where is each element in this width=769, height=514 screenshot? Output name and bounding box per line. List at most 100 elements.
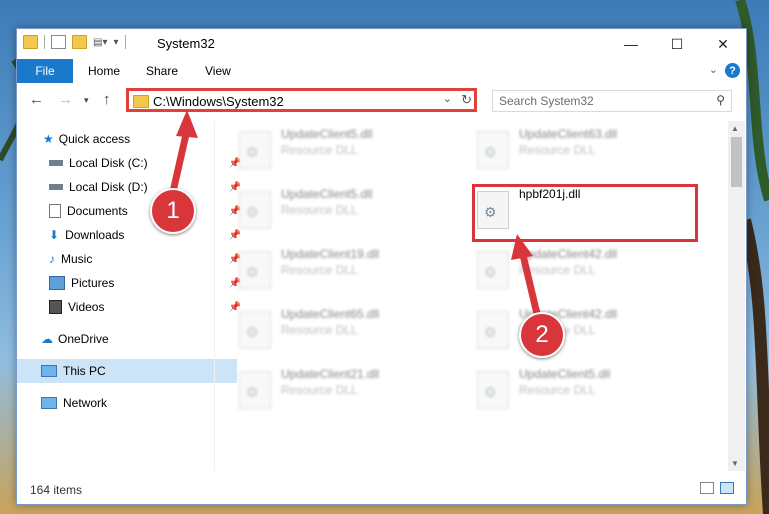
maximize-icon: ☐ <box>670 35 684 52</box>
details-view-icon[interactable] <box>700 482 714 494</box>
nav-label: Pictures <box>71 276 115 290</box>
properties-icon[interactable] <box>51 35 66 49</box>
back-arrow-icon[interactable]: ← <box>29 91 44 108</box>
nav-item-documents[interactable]: Documents 📌 <box>17 199 245 223</box>
close-icon: ✕ <box>717 35 729 52</box>
file-name: UpdateClient5.dll <box>519 367 611 381</box>
file-item[interactable]: ⚙ UpdateClient5.dll Resource DLL <box>231 125 461 175</box>
file-item[interactable]: ⚙ UpdateClient42.dll Resource DLL <box>469 245 699 295</box>
file-description: Resource DLL <box>281 203 358 217</box>
close-button[interactable]: ✕ <box>700 29 746 59</box>
address-row: ← → ▾ ↑ C:\Windows\System32 ⌄ ↻ Search S… <box>17 83 746 117</box>
file-item[interactable]: ⚙ UpdateClient21.dll Resource DLL <box>231 365 461 415</box>
refresh-icon[interactable]: ↻ <box>461 92 472 108</box>
status-bar: 164 items <box>17 477 746 503</box>
new-folder-icon[interactable] <box>72 35 87 49</box>
tab-file[interactable]: File <box>17 59 73 83</box>
chevron-down-icon[interactable]: ⌄ <box>443 92 452 105</box>
file-item[interactable]: ⚙ UpdateClient63.dll Resource DLL <box>469 125 699 175</box>
nav-item-videos[interactable]: Videos 📌 <box>17 295 245 319</box>
file-item[interactable]: ⚙ UpdateClient42.dll Resource DLL <box>469 305 699 355</box>
star-icon: ★ <box>43 132 54 146</box>
ribbon-tabs: File Home Share View ⌄ ? <box>17 59 746 83</box>
expand-ribbon-icon[interactable]: ⌄ <box>709 63 718 76</box>
nav-label: Videos <box>68 300 105 314</box>
nav-item-downloads[interactable]: ⬇ Downloads 📌 <box>17 223 245 247</box>
up-arrow-icon[interactable]: ↑ <box>103 91 111 108</box>
nav-item-onedrive[interactable]: ☁ OneDrive <box>17 327 237 351</box>
minimize-icon: — <box>624 36 638 52</box>
nav-label: Music <box>61 252 93 266</box>
tab-home[interactable]: Home <box>88 64 120 78</box>
file-name: UpdateClient65.dll <box>281 307 380 321</box>
file-item[interactable]: ⚙ UpdateClient19.dll Resource DLL <box>231 245 461 295</box>
file-item[interactable]: ⚙ UpdateClient5.dll Resource DLL <box>469 365 699 415</box>
nav-quick-access[interactable]: ★ Quick access <box>17 127 239 151</box>
search-input[interactable]: Search System32 ⚲ <box>492 90 732 112</box>
dll-file-icon: ⚙ <box>477 311 509 349</box>
music-icon: ♪ <box>49 252 55 266</box>
file-item[interactable]: ⚙ UpdateClient65.dll Resource DLL <box>231 305 461 355</box>
videos-icon <box>49 300 62 314</box>
scrollbar-thumb[interactable] <box>731 137 742 187</box>
search-icon: ⚲ <box>716 93 725 107</box>
file-name: UpdateClient63.dll <box>519 127 618 141</box>
nav-label: Local Disk (C:) <box>69 156 148 170</box>
nav-item-music[interactable]: ♪ Music 📌 <box>17 247 245 271</box>
nav-item-network[interactable]: Network <box>17 391 237 415</box>
customize-toolbar-icon[interactable]: ▤▾ <box>93 37 107 48</box>
scroll-down-icon[interactable]: ▼ <box>731 459 739 468</box>
tab-share[interactable]: Share <box>146 64 178 78</box>
large-icons-view-icon[interactable] <box>720 482 734 494</box>
pictures-icon <box>49 276 65 290</box>
dll-file-icon: ⚙ <box>239 191 271 229</box>
folder-icon <box>133 95 149 108</box>
forward-arrow-icon[interactable]: → <box>58 91 73 108</box>
file-description: Resource DLL <box>519 143 596 157</box>
file-name: UpdateClient19.dll <box>281 247 380 261</box>
nav-label: OneDrive <box>58 332 109 346</box>
nav-item-pictures[interactable]: Pictures 📌 <box>17 271 245 295</box>
nav-item-local-disk-d[interactable]: Local Disk (D:) 📌 <box>17 175 245 199</box>
drive-icon <box>49 184 63 190</box>
downloads-icon: ⬇ <box>49 228 60 242</box>
address-bar[interactable]: C:\Windows\System32 ⌄ ↻ <box>126 88 477 112</box>
file-description: Resource DLL <box>281 263 358 277</box>
dll-file-icon: ⚙ <box>239 131 271 169</box>
file-description: Resource DLL <box>519 383 596 397</box>
toolbar-separator <box>44 35 45 49</box>
toolbar-dropdown-icon[interactable]: ▾ <box>113 37 118 48</box>
recent-locations-icon[interactable]: ▾ <box>84 95 89 106</box>
file-description: Resource DLL <box>519 263 596 277</box>
step2-badge: 2 <box>519 312 565 358</box>
file-description: Resource DLL <box>281 143 358 157</box>
dll-file-icon: ⚙ <box>239 251 271 289</box>
file-item[interactable]: ⚙ UpdateClient5.dll Resource DLL <box>231 185 461 235</box>
nav-label: Documents <box>67 204 128 218</box>
scroll-up-icon[interactable]: ▲ <box>731 124 739 133</box>
drive-icon <box>49 160 63 166</box>
vertical-scrollbar[interactable]: ▲ ▼ <box>728 121 745 471</box>
file-name: UpdateClient5.dll <box>281 187 373 201</box>
address-path: C:\Windows\System32 <box>153 94 284 109</box>
help-button[interactable]: ? <box>725 63 740 78</box>
tab-view[interactable]: View <box>205 64 231 78</box>
nav-label: Local Disk (D:) <box>69 180 148 194</box>
step1-badge: 1 <box>150 188 196 234</box>
file-highlight-box <box>472 184 698 242</box>
search-placeholder: Search System32 <box>499 94 594 108</box>
file-description: Resource DLL <box>281 383 358 397</box>
dll-file-icon: ⚙ <box>477 371 509 409</box>
dll-file-icon: ⚙ <box>239 311 271 349</box>
title-bar: ▤▾ ▾ System32 — ☐ ✕ <box>17 29 746 59</box>
nav-label: Downloads <box>65 228 125 242</box>
file-list: ⚙ UpdateClient5.dll Resource DLL ⚙ Updat… <box>215 121 727 471</box>
nav-item-this-pc[interactable]: This PC <box>17 359 237 383</box>
nav-label: Quick access <box>58 132 131 146</box>
nav-item-local-disk-c[interactable]: Local Disk (C:) 📌 <box>17 151 245 175</box>
file-description: Resource DLL <box>281 323 358 337</box>
minimize-button[interactable]: — <box>608 29 654 59</box>
maximize-button[interactable]: ☐ <box>654 29 700 59</box>
toolbar-separator <box>124 35 126 49</box>
file-name: UpdateClient5.dll <box>281 127 373 141</box>
